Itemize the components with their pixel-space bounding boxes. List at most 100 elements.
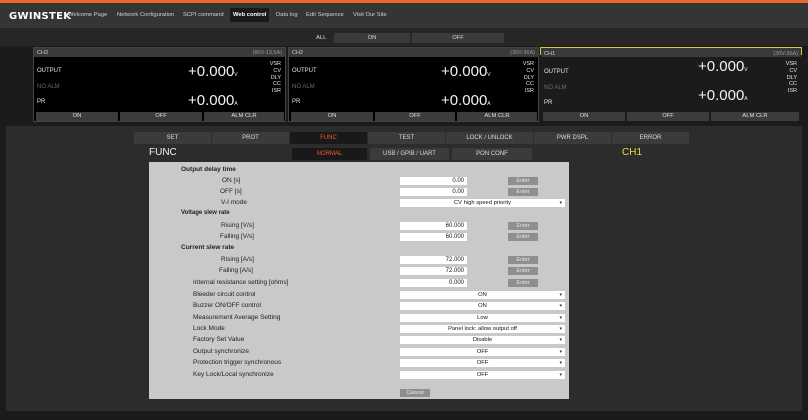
selected-channel-label: CH1 xyxy=(622,147,643,158)
current-falling-input[interactable]: 72.000 xyxy=(400,267,467,275)
alarm-status: NO ALM xyxy=(37,84,60,90)
current-readout: +0.000A xyxy=(698,87,748,104)
tab-prot[interactable]: PROT xyxy=(212,132,289,144)
protection-sync-select[interactable]: OFF ▾ xyxy=(400,359,565,367)
ch1-alm-clr-button[interactable]: ALM CLR xyxy=(711,112,799,121)
all-on-button[interactable]: ON xyxy=(334,33,410,43)
channel-panel-ch2[interactable]: CH2 (30V-36A) OUTPUT +0.000V NO ALM PR +… xyxy=(288,47,539,122)
output-label: OUTPUT xyxy=(292,68,317,74)
protection-sync-label: Protection trigger synchronous xyxy=(193,359,282,366)
tab-pwr-dspl[interactable]: PWR DSPL xyxy=(534,132,611,144)
current-rising-input[interactable]: 72.000 xyxy=(400,256,467,264)
lock-mode-select[interactable]: Panel lock: allow output off ▾ xyxy=(400,325,565,333)
all-off-button[interactable]: OFF xyxy=(412,33,504,43)
tab-set[interactable]: SET xyxy=(134,132,211,144)
chevron-down-icon: ▾ xyxy=(559,292,562,298)
output-sync-select[interactable]: OFF ▾ xyxy=(400,348,565,356)
ch1-off-button[interactable]: OFF xyxy=(627,112,709,121)
channel-name: CH3 xyxy=(37,49,49,56)
output-delay-heading: Output delay time xyxy=(181,166,236,173)
bleeder-label: Bleeder circuit control xyxy=(193,291,256,298)
pr-label: PR xyxy=(37,99,46,105)
chevron-down-icon: ▾ xyxy=(559,200,562,206)
channel-name: CH1 xyxy=(544,50,556,57)
voltage-falling-enter-button[interactable]: Enter xyxy=(508,233,538,241)
nav-web-control[interactable]: Web control xyxy=(230,8,270,22)
tab-lock-unlock[interactable]: LOCK / UNLOCK xyxy=(446,132,533,144)
factory-set-select[interactable]: Disable ▾ xyxy=(400,336,565,344)
channel-range: (30V-36A) xyxy=(510,49,535,56)
subtab-pon-conf[interactable]: PON CONF xyxy=(452,148,532,160)
status-indicators: VSR CV DLY CC ISR xyxy=(785,61,797,95)
channel-header: CH3 (80V-13.5A) xyxy=(34,48,285,57)
keylock-sync-select[interactable]: OFF ▾ xyxy=(400,371,565,379)
alarm-status: NO ALM xyxy=(544,85,567,91)
voltage-readout: +0.000V xyxy=(441,63,491,80)
current-falling-enter-button[interactable]: Enter xyxy=(508,267,538,275)
channel-range: (30V-36A) xyxy=(773,50,798,57)
pr-label: PR xyxy=(544,100,553,106)
subtab-normal[interactable]: NORMAL xyxy=(292,148,367,160)
output-label: OUTPUT xyxy=(544,69,569,75)
on-delay-input[interactable]: 0.00 xyxy=(400,177,467,185)
output-label: OUTPUT xyxy=(37,68,62,74)
nav-visit-our-site[interactable]: Visit Our Site xyxy=(353,12,387,18)
nav-network-configuration[interactable]: Network Configuration xyxy=(117,12,174,18)
voltage-rising-input[interactable]: 60.000 xyxy=(400,222,467,230)
voltage-falling-input[interactable]: 60.000 xyxy=(400,233,467,241)
channel-panel-ch1[interactable]: CH1 (30V-36A) OUTPUT +0.000V NO ALM PR +… xyxy=(540,47,802,121)
ch3-alm-clr-button[interactable]: ALM CLR xyxy=(204,112,284,121)
chevron-down-icon: ▾ xyxy=(559,349,562,355)
ch2-alm-clr-button[interactable]: ALM CLR xyxy=(457,112,537,121)
voltage-slew-heading: Voltage slew rate xyxy=(181,210,230,216)
chevron-down-icon: ▾ xyxy=(559,326,562,332)
internal-resistance-input[interactable]: 0.000 xyxy=(400,279,467,287)
channel-panel-ch3[interactable]: CH3 (80V-13.5A) OUTPUT +0.000V NO ALM PR… xyxy=(33,47,286,122)
current-rising-enter-button[interactable]: Enter xyxy=(508,256,538,264)
tab-test[interactable]: TEST xyxy=(368,132,445,144)
tab-func[interactable]: FUNC xyxy=(290,132,367,144)
buzzer-select[interactable]: ON ▾ xyxy=(400,302,565,310)
current-readout: +0.000A xyxy=(441,92,491,109)
off-delay-input[interactable]: 0.00 xyxy=(400,188,467,196)
all-channel-bar: ALL ON OFF xyxy=(0,28,808,46)
lock-mode-label: Lock Mode xyxy=(193,325,225,332)
bleeder-select[interactable]: ON ▾ xyxy=(400,291,565,299)
gwinstek-logo: GWINSTEK xyxy=(9,11,72,22)
channel-name: CH2 xyxy=(292,49,304,56)
chevron-down-icon: ▾ xyxy=(559,315,562,321)
ch1-on-button[interactable]: ON xyxy=(543,112,625,121)
func-settings-form: Output delay time ON [s] 0.00 Enter OFF … xyxy=(149,162,569,399)
channel-header: CH2 (30V-36A) xyxy=(289,48,538,57)
nav-edit-sequence[interactable]: Edit Sequence xyxy=(306,12,344,18)
current-slew-heading: Current slew rate xyxy=(181,244,235,251)
voltage-rising-enter-button[interactable]: Enter xyxy=(508,222,538,230)
factory-set-label: Factory Set Value xyxy=(193,336,245,343)
off-delay-enter-button[interactable]: Enter xyxy=(508,188,538,196)
top-nav-bar: GWINSTEK Welcome Page Network Configurat… xyxy=(0,3,808,28)
func-title: FUNC xyxy=(149,147,177,158)
off-delay-label: OFF [s] xyxy=(220,188,242,195)
nav-scpi-command[interactable]: SCPI command xyxy=(183,12,224,18)
cancel-button[interactable]: Cancel xyxy=(400,389,430,397)
ch3-on-button[interactable]: ON xyxy=(36,112,118,121)
voltage-rising-label: Rising [V/s] xyxy=(221,222,254,229)
current-readout: +0.000A xyxy=(188,92,238,109)
chevron-down-icon: ▾ xyxy=(559,337,562,343)
ch2-on-button[interactable]: ON xyxy=(291,112,373,121)
keylock-sync-label: Key Lock/Local synchronize xyxy=(193,371,274,378)
on-delay-enter-button[interactable]: Enter xyxy=(508,177,538,185)
nav-data-log[interactable]: Data log xyxy=(276,12,298,18)
subtab-usb-gpib-uart[interactable]: USB / GPIB / UART xyxy=(370,148,449,160)
on-delay-label: ON [s] xyxy=(222,177,241,184)
ch3-off-button[interactable]: OFF xyxy=(120,112,202,121)
nav-welcome-page[interactable]: Welcome Page xyxy=(68,12,107,18)
alarm-status: NO ALM xyxy=(292,84,315,90)
channel-range: (80V-13.5A) xyxy=(252,49,282,56)
ch2-off-button[interactable]: OFF xyxy=(375,112,455,121)
vi-mode-select[interactable]: CV high speed priority ▾ xyxy=(400,199,565,207)
internal-resistance-enter-button[interactable]: Enter xyxy=(508,279,538,287)
chevron-down-icon: ▾ xyxy=(559,360,562,366)
average-setting-select[interactable]: Low ▾ xyxy=(400,314,565,322)
tab-error[interactable]: ERROR xyxy=(612,132,689,144)
